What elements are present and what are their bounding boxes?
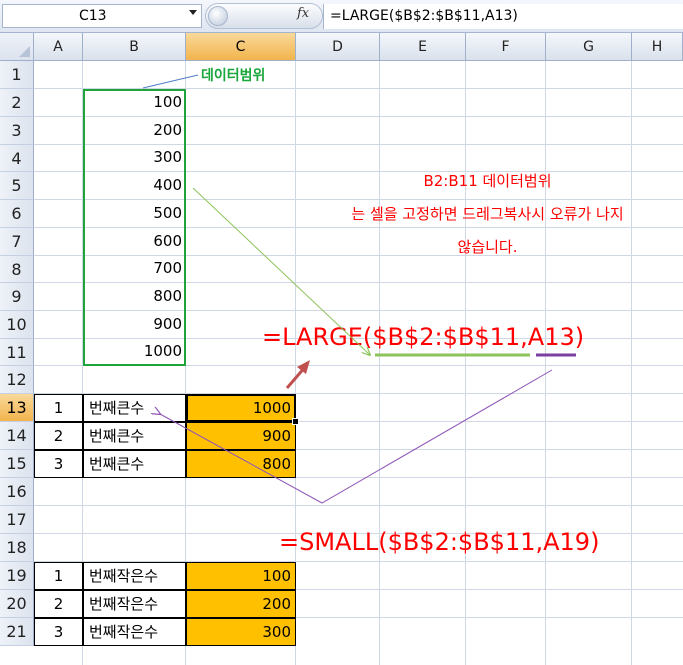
fill-handle[interactable] xyxy=(292,418,299,425)
large-label-cell[interactable]: 번째큰수 xyxy=(83,422,186,450)
small-label-cell[interactable]: 번째작은수 xyxy=(83,590,186,618)
small-result-cell[interactable]: 100 xyxy=(186,562,296,590)
chevron-down-icon[interactable] xyxy=(189,10,197,15)
gridline-vertical xyxy=(545,61,546,665)
red-arrow-line xyxy=(285,365,308,389)
row-header-18[interactable]: 18 xyxy=(0,534,34,562)
row-header-20[interactable]: 20 xyxy=(0,590,34,618)
large-rank-cell[interactable]: 1 xyxy=(34,394,83,422)
row-header-21[interactable]: 21 xyxy=(0,618,34,646)
name-box[interactable]: C13 xyxy=(2,4,202,28)
data-range-highlight xyxy=(83,89,186,366)
note-line-3: 않습니다. xyxy=(457,238,518,256)
row-header-16[interactable]: 16 xyxy=(0,478,34,506)
small-result-cell[interactable]: 300 xyxy=(186,618,296,646)
gridline-vertical xyxy=(631,61,632,665)
row-header-15[interactable]: 15 xyxy=(0,450,34,478)
gridline-vertical xyxy=(379,61,380,665)
large-result-cell[interactable]: 800 xyxy=(186,450,296,478)
column-header-g[interactable]: G xyxy=(546,33,632,61)
row-header-14[interactable]: 14 xyxy=(0,422,34,450)
range-label-leader xyxy=(142,74,199,89)
large-label-cell[interactable]: 번째큰수 xyxy=(83,394,186,422)
large-label-cell[interactable]: 번째큰수 xyxy=(83,450,186,478)
row-header-12[interactable]: 12 xyxy=(0,366,34,394)
large-formula-callout: =LARGE($B$2:$B$11,A13) xyxy=(262,323,585,351)
row-header-17[interactable]: 17 xyxy=(0,506,34,534)
column-header-h[interactable]: H xyxy=(632,33,683,61)
red-arrow-head xyxy=(297,360,310,374)
gridline-horizontal xyxy=(34,505,683,506)
row-header-9[interactable]: 9 xyxy=(0,283,34,311)
insert-function-icon[interactable]: fx xyxy=(297,6,309,21)
row-header-7[interactable]: 7 xyxy=(0,228,34,256)
row-header-2[interactable]: 2 xyxy=(0,89,34,117)
column-header-e[interactable]: E xyxy=(380,33,466,61)
small-rank-cell[interactable]: 2 xyxy=(34,590,83,618)
row-header-1[interactable]: 1 xyxy=(0,61,34,89)
row-header-4[interactable]: 4 xyxy=(0,145,34,172)
row-header-3[interactable]: 3 xyxy=(0,117,34,145)
note-line-2: 는 셀을 고정하면 드레그복사시 오류가 나지 xyxy=(351,205,624,223)
select-all-button[interactable] xyxy=(0,33,34,61)
small-formula-callout: =SMALL($B$2:$B$11,A19) xyxy=(279,528,600,556)
large-result-cell[interactable]: 900 xyxy=(186,422,296,450)
small-label-cell[interactable]: 번째작은수 xyxy=(83,562,186,590)
gridline-vertical xyxy=(465,61,466,665)
row-header-8[interactable]: 8 xyxy=(0,256,34,283)
column-header-d[interactable]: D xyxy=(296,33,380,61)
large-rank-cell[interactable]: 2 xyxy=(34,422,83,450)
note-line-1: B2:B11 데이터범위 xyxy=(423,172,552,190)
small-rank-cell[interactable]: 3 xyxy=(34,618,83,646)
row-header-13[interactable]: 13 xyxy=(0,394,34,422)
column-header-c[interactable]: C xyxy=(186,33,296,61)
row-header-11[interactable]: 11 xyxy=(0,339,34,366)
formula-bar: C13 fx =LARGE($B$2:$B$11,A13) xyxy=(0,0,683,33)
column-header-a[interactable]: A xyxy=(34,33,83,61)
row-header-5[interactable]: 5 xyxy=(0,172,34,200)
small-rank-cell[interactable]: 1 xyxy=(34,562,83,590)
small-label-cell[interactable]: 번째작은수 xyxy=(83,618,186,646)
row-header-19[interactable]: 19 xyxy=(0,562,34,590)
small-result-cell[interactable]: 200 xyxy=(186,590,296,618)
column-header-f[interactable]: F xyxy=(466,33,546,61)
column-header-b[interactable]: B xyxy=(83,33,186,61)
row-header-10[interactable]: 10 xyxy=(0,311,34,339)
active-cell-selection[interactable] xyxy=(186,394,296,422)
row-header-6[interactable]: 6 xyxy=(0,200,34,228)
formula-input[interactable]: =LARGE($B$2:$B$11,A13) xyxy=(323,4,683,29)
expand-orb-icon[interactable] xyxy=(208,6,228,26)
large-rank-cell[interactable]: 3 xyxy=(34,450,83,478)
range-label: 데이터범위 xyxy=(201,68,266,84)
